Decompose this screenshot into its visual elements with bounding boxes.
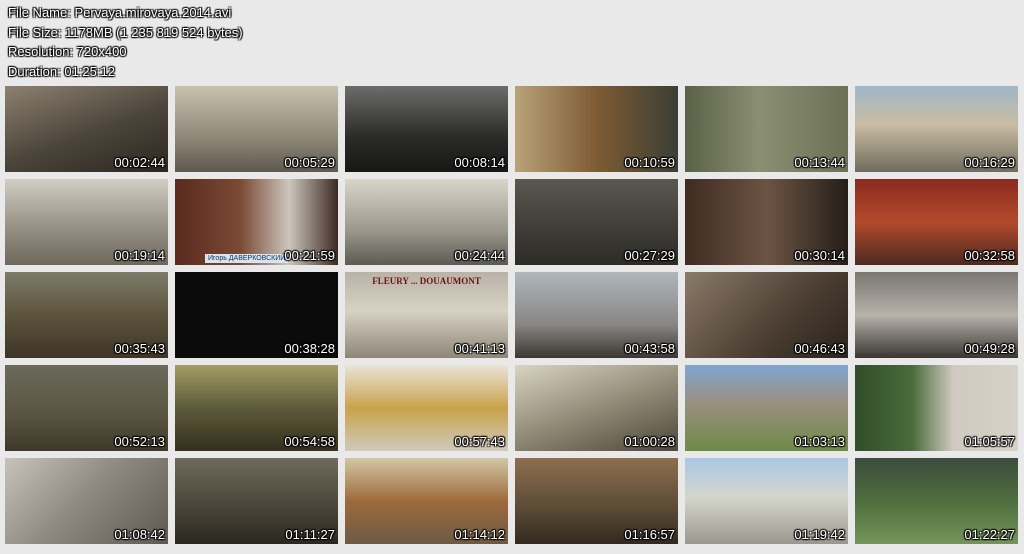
timestamp-label: 01:03:13 — [794, 434, 845, 449]
timestamp-label: 01:05:57 — [964, 434, 1015, 449]
video-frame-thumbnail[interactable]: 01:08:42 — [5, 458, 168, 544]
video-frame-thumbnail[interactable]: 00:43:58 — [515, 272, 678, 358]
video-frame-thumbnail[interactable]: 00:30:14 — [685, 179, 848, 265]
video-frame-thumbnail[interactable]: 00:10:59 — [515, 86, 678, 172]
video-frame-thumbnail[interactable]: 00:16:29 — [855, 86, 1018, 172]
timestamp-label: 00:19:14 — [114, 248, 165, 263]
video-frame-thumbnail[interactable]: 01:05:57 — [855, 365, 1018, 451]
monument-inscription: FLEURY ... DOUAUMONT — [372, 276, 481, 286]
timestamp-label: 00:05:29 — [284, 155, 335, 170]
timestamp-label: 00:16:29 — [964, 155, 1015, 170]
file-size-line: File Size: 1178MB (1 235 819 524 bytes) — [8, 24, 243, 40]
timestamp-label: 00:21:59 — [284, 248, 335, 263]
file-name-line: File Name: Pervaya.mirovaya.2014.avi — [8, 5, 232, 20]
video-frame-thumbnail[interactable]: 00:05:29 — [175, 86, 338, 172]
timestamp-label: 00:32:58 — [964, 248, 1015, 263]
timestamp-label: 00:52:13 — [114, 434, 165, 449]
video-frame-thumbnail[interactable]: 00:24:44 — [345, 179, 508, 265]
video-frame-thumbnail[interactable]: 01:00:28 — [515, 365, 678, 451]
timestamp-label: 00:24:44 — [454, 248, 505, 263]
video-frame-thumbnail[interactable]: 00:32:58 — [855, 179, 1018, 265]
video-frame-thumbnail[interactable]: 00:35:43 — [5, 272, 168, 358]
video-frame-thumbnail[interactable]: 00:13:44 — [685, 86, 848, 172]
video-frame-thumbnail[interactable]: Игорь ДАВЕРКОВСКИЙ 00:21:59 — [175, 179, 338, 265]
video-frame-thumbnail[interactable]: 01:11:27 — [175, 458, 338, 544]
video-frame-thumbnail[interactable]: 00:19:14 — [5, 179, 168, 265]
timestamp-label: 00:49:28 — [964, 341, 1015, 356]
timestamp-label: 01:08:42 — [114, 527, 165, 542]
timestamp-label: 00:08:14 — [454, 155, 505, 170]
file-info-panel: File Name: Pervaya.mirovaya.2014.avi Fil… — [8, 3, 243, 81]
timestamp-label: 00:41:13 — [454, 341, 505, 356]
video-frame-thumbnail[interactable]: 01:19:42 — [685, 458, 848, 544]
timestamp-label: 00:54:58 — [284, 434, 335, 449]
video-frame-thumbnail[interactable]: 00:57:43 — [345, 365, 508, 451]
timestamp-label: 01:14:12 — [454, 527, 505, 542]
timestamp-label: 01:00:28 — [624, 434, 675, 449]
video-frame-thumbnail[interactable]: 00:08:14 — [345, 86, 508, 172]
timestamp-label: 00:10:59 — [624, 155, 675, 170]
video-frame-thumbnail[interactable]: 00:38:28 — [175, 272, 338, 358]
timestamp-label: 00:27:29 — [624, 248, 675, 263]
timestamp-label: 01:19:42 — [794, 527, 845, 542]
video-frame-thumbnail[interactable]: 01:16:57 — [515, 458, 678, 544]
resolution-line: Resolution: 720x400 — [8, 44, 127, 59]
timestamp-label: 00:57:43 — [454, 434, 505, 449]
timestamp-label: 01:16:57 — [624, 527, 675, 542]
timestamp-label: 00:13:44 — [794, 155, 845, 170]
video-frame-thumbnail[interactable]: 01:14:12 — [345, 458, 508, 544]
duration-line: Duration: 01:25:12 — [8, 63, 115, 79]
video-frame-thumbnail[interactable]: 01:03:13 — [685, 365, 848, 451]
video-frame-thumbnail[interactable]: 00:49:28 — [855, 272, 1018, 358]
timestamp-label: 00:46:43 — [794, 341, 845, 356]
timestamp-label: 01:22:27 — [964, 527, 1015, 542]
video-frame-thumbnail[interactable]: 00:54:58 — [175, 365, 338, 451]
timestamp-label: 00:38:28 — [284, 341, 335, 356]
timestamp-label: 00:43:58 — [624, 341, 675, 356]
video-frame-thumbnail[interactable]: 01:22:27 — [855, 458, 1018, 544]
thumbnail-grid: 00:02:44 00:05:29 00:08:14 00:10:59 00:13:44… — [5, 86, 1018, 544]
video-frame-thumbnail[interactable]: 00:52:13 — [5, 365, 168, 451]
speaker-caption: Игорь ДАВЕРКОВСКИЙ — [205, 254, 289, 263]
video-frame-thumbnail[interactable]: FLEURY ... DOUAUMONT 00:41:13 — [345, 272, 508, 358]
timestamp-label: 00:30:14 — [794, 248, 845, 263]
timestamp-label: 00:35:43 — [114, 341, 165, 356]
video-frame-thumbnail[interactable]: 00:27:29 — [515, 179, 678, 265]
video-frame-thumbnail[interactable]: 00:46:43 — [685, 272, 848, 358]
video-frame-thumbnail[interactable]: 00:02:44 — [5, 86, 168, 172]
timestamp-label: 00:02:44 — [114, 155, 165, 170]
timestamp-label: 01:11:27 — [285, 527, 335, 542]
